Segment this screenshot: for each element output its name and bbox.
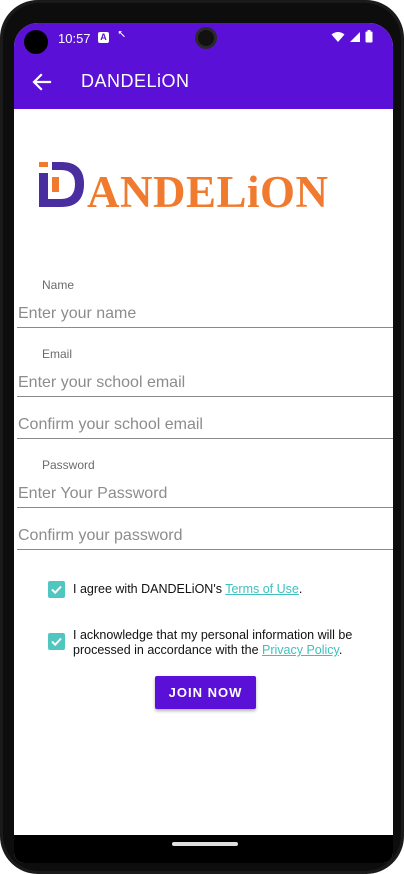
home-gesture-handle[interactable] bbox=[172, 842, 238, 846]
logo-mark: ANDELiON bbox=[39, 162, 329, 217]
status-time: 10:57 bbox=[58, 31, 91, 46]
privacy-row: I acknowledge that my personal informati… bbox=[48, 628, 352, 658]
terms-suffix: . bbox=[298, 582, 303, 596]
terms-row: I agree with DANDELiON's Terms of Use. bbox=[48, 581, 302, 598]
privacy-line-1: I acknowledge that my personal informati… bbox=[73, 628, 353, 642]
navigation-bar bbox=[14, 835, 393, 863]
status-bar: 10:57 A ⭦ bbox=[14, 23, 393, 55]
dandelion-logo: ANDELiON bbox=[39, 157, 359, 217]
device-bezel: 10:57 A ⭦ DANDELiON ANDELiON Name Enter … bbox=[3, 3, 401, 871]
camera-hole bbox=[24, 30, 48, 54]
confirm-email-input[interactable] bbox=[17, 411, 393, 439]
name-label: Name bbox=[42, 278, 75, 292]
privacy-policy-link[interactable]: Privacy Policy bbox=[262, 643, 339, 657]
privacy-text: I acknowledge that my personal informati… bbox=[73, 628, 352, 658]
check-icon bbox=[51, 585, 62, 595]
signal-icon bbox=[350, 31, 360, 42]
name-input[interactable] bbox=[17, 300, 393, 328]
app-screen: 10:57 A ⭦ DANDELiON ANDELiON Name Enter … bbox=[14, 23, 393, 863]
wifi-icon bbox=[331, 31, 345, 42]
join-now-button[interactable]: JOIN NOW bbox=[155, 676, 256, 709]
check-icon bbox=[51, 637, 62, 647]
app-title: DANDELiON bbox=[81, 71, 190, 91]
privacy-checkbox[interactable] bbox=[48, 633, 65, 650]
terms-text: I agree with DANDELiON's Terms of Use. bbox=[73, 582, 302, 597]
terms-prefix: I agree with DANDELiON's bbox=[73, 582, 226, 596]
password-label: Password bbox=[42, 458, 95, 472]
terms-of-use-link[interactable]: Terms of Use bbox=[225, 582, 299, 596]
email-input[interactable] bbox=[17, 369, 393, 397]
confirm-password-input[interactable] bbox=[17, 522, 393, 550]
back-arrow-icon[interactable] bbox=[28, 68, 56, 96]
notification-icon: A bbox=[98, 32, 109, 43]
password-input[interactable] bbox=[17, 480, 393, 508]
app-bar: DANDELiON bbox=[14, 55, 393, 109]
privacy-line-2: processed in accordance with the Privacy… bbox=[73, 643, 352, 658]
privacy-suffix: . bbox=[338, 643, 343, 657]
device-frame: 10:57 A ⭦ DANDELiON ANDELiON Name Enter … bbox=[0, 0, 404, 874]
logo-text: ANDELiON bbox=[87, 167, 329, 217]
email-label: Email bbox=[42, 347, 73, 361]
privacy-prefix: processed in accordance with the bbox=[73, 643, 262, 657]
front-camera bbox=[195, 27, 217, 49]
mic-icon: ⭦ bbox=[118, 29, 126, 41]
status-icons bbox=[331, 30, 373, 43]
battery-icon bbox=[365, 30, 373, 43]
terms-checkbox[interactable] bbox=[48, 581, 65, 598]
